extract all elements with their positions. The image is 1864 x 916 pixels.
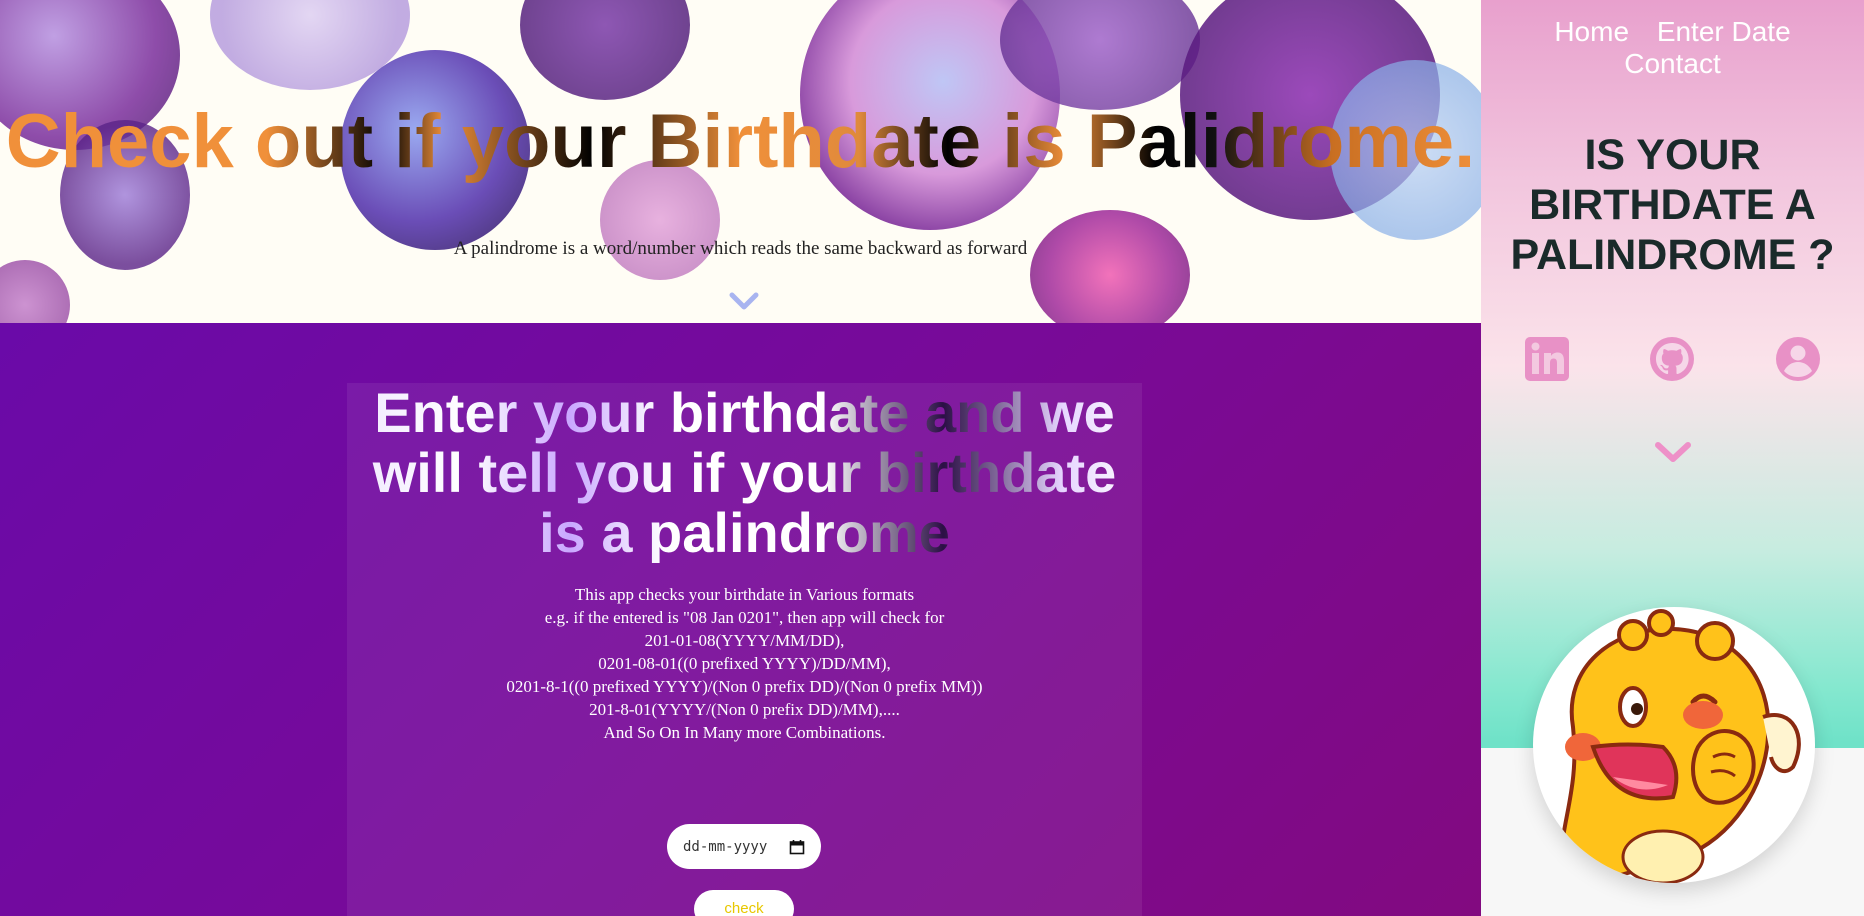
date-form-section: Enter your birthdate and we will tell yo… bbox=[0, 323, 1481, 916]
watercolor-blot bbox=[520, 0, 690, 100]
avatar bbox=[1533, 607, 1815, 883]
hero-subtitle: A palindrome is a word/number which read… bbox=[453, 238, 1028, 259]
nav-enter-date-link[interactable]: Enter Date bbox=[1657, 16, 1791, 47]
form-title: Enter your birthdate and we will tell yo… bbox=[347, 383, 1142, 563]
nav-menu: Home Enter Date Contact bbox=[1481, 16, 1864, 80]
watercolor-blot bbox=[1030, 210, 1190, 323]
nav-contact-link[interactable]: Contact bbox=[1624, 48, 1721, 79]
hero-title: Check out if your Birthdate is Palidrome… bbox=[0, 96, 1481, 187]
main-content: Check out if your Birthdate is Palidrome… bbox=[0, 0, 1481, 916]
chevron-down-icon[interactable] bbox=[727, 288, 761, 314]
sidebar: Home Enter Date Contact IS YOUR BIRTHDAT… bbox=[1481, 0, 1864, 916]
description-line: This app checks your birthdate in Variou… bbox=[574, 585, 915, 604]
cartoon-dinosaur-avatar bbox=[1558, 609, 1801, 883]
chevron-down-icon[interactable] bbox=[1652, 438, 1694, 466]
check-button[interactable]: check bbox=[694, 890, 794, 916]
profile-icon[interactable] bbox=[1775, 336, 1821, 382]
sidebar-title: IS YOUR BIRTHDATE A PALINDROME ? bbox=[1510, 131, 1835, 279]
description-line: 201-8-01(YYYY/(Non 0 prefix DD)/MM),.... bbox=[589, 700, 900, 719]
nav-home-link[interactable]: Home bbox=[1554, 16, 1629, 47]
description-line: 201-01-08(YYYY/MM/DD), bbox=[644, 631, 845, 650]
hero-section: Check out if your Birthdate is Palidrome… bbox=[0, 0, 1481, 323]
linkedin-icon[interactable] bbox=[1524, 336, 1570, 382]
form-card: Enter your birthdate and we will tell yo… bbox=[347, 383, 1142, 916]
description-line: 0201-08-01((0 prefixed YYYY)/DD/MM), bbox=[598, 654, 891, 673]
calendar-icon[interactable] bbox=[789, 839, 805, 855]
description-line: 0201-8-1((0 prefixed YYYY)/(Non 0 prefix… bbox=[506, 677, 983, 696]
watercolor-blot bbox=[0, 260, 70, 323]
github-icon[interactable] bbox=[1649, 336, 1695, 382]
birthdate-input[interactable]: dd-mm-yyyy bbox=[667, 824, 821, 869]
description-line: e.g. if the entered is "08 Jan 0201", th… bbox=[544, 608, 945, 627]
date-placeholder: dd-mm-yyyy bbox=[683, 838, 768, 855]
form-description: This app checks your birthdate in Variou… bbox=[347, 583, 1142, 744]
description-line: And So On In Many more Combinations. bbox=[603, 723, 886, 742]
